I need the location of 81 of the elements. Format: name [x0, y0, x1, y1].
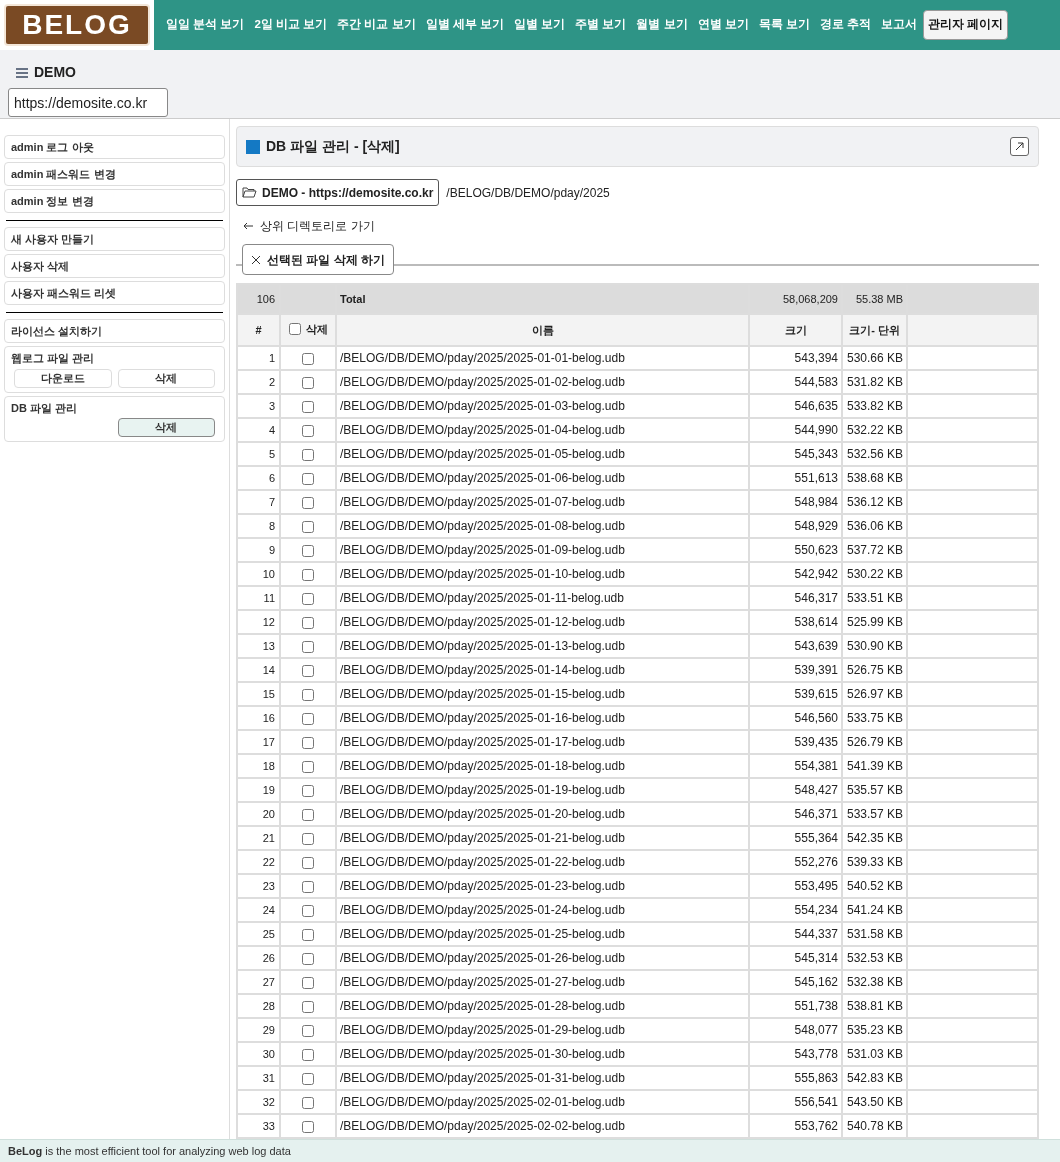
nav-tab[interactable]: 목록 보기: [754, 10, 814, 40]
select-all-checkbox[interactable]: [288, 322, 301, 335]
site-name: DEMO: [34, 63, 76, 82]
site-url-field[interactable]: https://demosite.co.kr: [8, 88, 168, 117]
delete-selected-button[interactable]: 선택된 파일 삭제 하기: [242, 244, 394, 275]
directory-path: /BELOG/DB/DEMO/pday/2025: [446, 184, 610, 202]
sidebar-link[interactable]: 새 사용자 만들기: [4, 227, 225, 251]
row-checkbox[interactable]: [302, 1120, 314, 1133]
sidebar-button[interactable]: 삭제: [117, 368, 215, 388]
row-checkbox[interactable]: [302, 1072, 314, 1085]
logo[interactable]: BELOG: [4, 4, 150, 46]
nav-tab[interactable]: 2일 비교 보기: [250, 10, 332, 40]
row-checkbox[interactable]: [302, 424, 314, 437]
nav-tab[interactable]: 관리자 페이지: [923, 10, 1009, 40]
total-label: Total: [336, 284, 749, 314]
nav-tab[interactable]: 주별 보기: [571, 10, 631, 40]
row-checkbox[interactable]: [302, 784, 314, 797]
sidebar-link[interactable]: 사용자 패스워드 리셋: [4, 281, 225, 305]
parent-directory-link[interactable]: 상위 디렉토리로 가기: [243, 217, 375, 235]
row-checkbox[interactable]: [302, 688, 314, 701]
nav-tab[interactable]: 연별 보기: [693, 10, 753, 40]
row-checkbox[interactable]: [302, 880, 314, 893]
left-arrow-icon: [243, 222, 254, 230]
row-checkbox[interactable]: [302, 1024, 314, 1037]
sidebar-link[interactable]: admin 패스워드 변경: [4, 162, 225, 186]
nav-tab[interactable]: 경로 추적: [816, 10, 876, 40]
folder-icon: [242, 187, 257, 198]
section-title: 웹로그 파일 관리: [11, 351, 96, 366]
sidebar-link[interactable]: admin 로그 아웃: [4, 135, 225, 159]
row-checkbox[interactable]: [302, 856, 314, 869]
sidebar-link[interactable]: admin 정보 변경: [4, 189, 225, 213]
section-title: DB 파일 관리: [11, 400, 78, 416]
row-checkbox[interactable]: [302, 400, 314, 413]
column-header: 이름: [531, 323, 554, 336]
row-checkbox[interactable]: [302, 592, 314, 605]
row-checkbox[interactable]: [302, 928, 314, 941]
nav-tab[interactable]: 주간 비교 보기: [333, 10, 420, 40]
row-checkbox[interactable]: [302, 736, 314, 749]
menu-icon[interactable]: [16, 67, 28, 78]
square-icon: [246, 139, 260, 154]
sidebar-link[interactable]: 라이선스 설치하기: [4, 319, 225, 343]
row-checkbox[interactable]: [302, 904, 314, 917]
row-checkbox[interactable]: [302, 712, 314, 725]
row-checkbox[interactable]: [302, 496, 314, 509]
sidebar-button[interactable]: 다운로드: [14, 368, 112, 388]
row-checkbox[interactable]: [302, 568, 314, 581]
column-header: 크기- 단위: [849, 323, 900, 336]
row-checkbox[interactable]: [302, 1096, 314, 1109]
nav-tab[interactable]: 보고서: [877, 10, 922, 40]
row-checkbox[interactable]: [302, 808, 314, 821]
row-checkbox[interactable]: [302, 1000, 314, 1013]
row-checkbox[interactable]: [302, 952, 314, 965]
total-count: 106: [237, 284, 280, 314]
row-checkbox[interactable]: [302, 976, 314, 989]
nav-tab[interactable]: 월별 보기: [632, 10, 692, 40]
row-checkbox[interactable]: [302, 352, 314, 365]
panel-title: DB 파일 관리 - [삭제]: [266, 137, 401, 156]
column-header: 크기: [784, 323, 807, 336]
sidebar-link[interactable]: 사용자 삭제: [4, 254, 225, 278]
folder-button[interactable]: DEMO - https://demosite.co.kr: [236, 179, 440, 206]
row-checkbox[interactable]: [302, 520, 314, 533]
row-checkbox[interactable]: [302, 448, 314, 461]
external-link-button[interactable]: [1010, 137, 1029, 156]
nav-tab[interactable]: 일별 보기: [509, 10, 570, 40]
arrow-icon: [1015, 142, 1024, 151]
row-checkbox[interactable]: [302, 832, 314, 845]
row-checkbox[interactable]: [302, 376, 314, 389]
row-checkbox[interactable]: [302, 640, 314, 653]
nav-tab[interactable]: 일별 세부 보기: [421, 10, 508, 40]
nav-tab[interactable]: 일일 분석 보기: [162, 10, 249, 40]
row-checkbox[interactable]: [302, 760, 314, 773]
sidebar-button[interactable]: 삭제: [117, 418, 215, 437]
row-checkbox[interactable]: [302, 472, 314, 485]
row-checkbox[interactable]: [302, 664, 314, 677]
column-header: 삭제: [305, 321, 328, 337]
column-header: #: [255, 323, 262, 336]
row-checkbox[interactable]: [302, 544, 314, 557]
close-icon: [251, 254, 261, 265]
row-checkbox[interactable]: [302, 616, 314, 629]
row-checkbox[interactable]: [302, 1048, 314, 1061]
footer-text: BeLog is the most efficient tool for analyzing web log data: [8, 1143, 291, 1159]
